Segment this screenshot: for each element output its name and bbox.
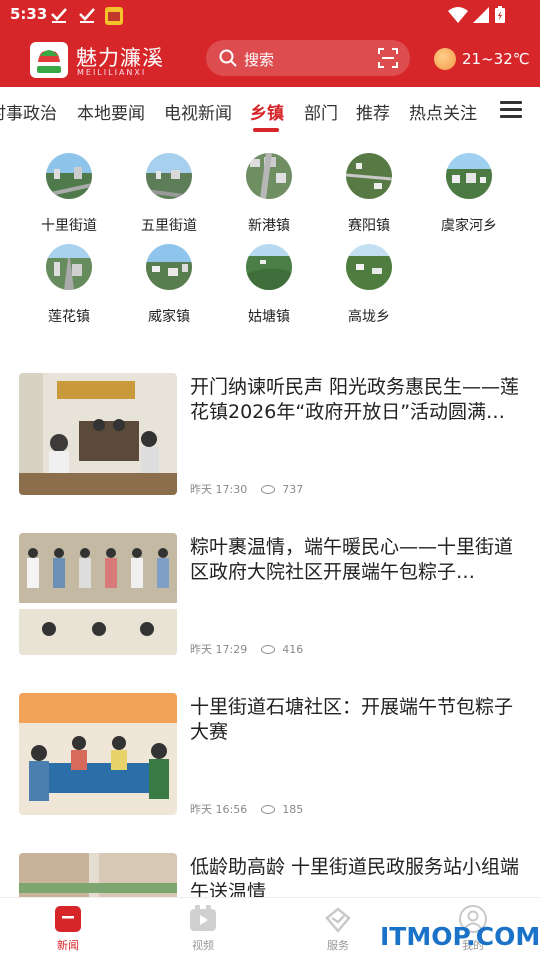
town-name: 虞家河乡 (441, 218, 497, 234)
news-meta: 昨天 16:56 185 (190, 801, 303, 817)
news-item[interactable]: 开门纳谏听民声 阳光政务惠民生——莲花镇2026年“政府开放日”活动圆满… 昨天… (0, 373, 540, 523)
news-views: 185 (282, 803, 304, 816)
town-item[interactable]: 姑塘镇 (219, 244, 319, 334)
watermark: ITMOP.COM (380, 922, 540, 951)
town-name: 新港镇 (248, 218, 290, 234)
weather-temperature: 21~32℃ (462, 50, 530, 68)
news-meta: 昨天 17:29 416 (190, 641, 303, 657)
status-bar: 5:33 (0, 0, 540, 30)
active-tab-indicator (253, 128, 279, 132)
town-photo (446, 153, 492, 199)
news-meta: 昨天 17:30 737 (190, 481, 303, 497)
nav-video-label: 视频 (192, 939, 214, 952)
check-download-icon-2 (79, 8, 95, 23)
scan-icon[interactable] (378, 48, 398, 68)
town-photo (46, 244, 92, 290)
top-bar: 魅力濂溪 MEILILIANXI 搜索 21~32℃ (0, 34, 540, 86)
town-item[interactable]: 虞家河乡 (419, 153, 519, 243)
town-photo (246, 153, 292, 199)
nav-service[interactable]: 服务 (303, 904, 373, 953)
nav-service-label: 服务 (327, 939, 349, 952)
news-time: 昨天 17:29 (190, 643, 248, 656)
tab-recommended[interactable]: 推荐 (356, 99, 390, 124)
check-download-icon (51, 8, 67, 23)
channel-tabs: 时事政治 本地要闻 电视新闻 乡镇 部门 推荐 热点关注 (0, 87, 540, 133)
town-item[interactable]: 新港镇 (219, 153, 319, 243)
nav-news-label: 新闻 (57, 939, 79, 952)
town-photo (146, 244, 192, 290)
signal-icon (473, 7, 489, 23)
views-eye-icon (260, 645, 275, 654)
menu-icon[interactable] (500, 101, 522, 119)
town-name: 姑塘镇 (248, 309, 290, 325)
app-title-en: MEILILIANXI (77, 68, 147, 77)
app-logo[interactable] (30, 42, 68, 78)
town-photo (346, 244, 392, 290)
news-thumbnail (19, 533, 177, 655)
news-title: 粽叶裹温情，端午暖民心——十里街道区政府大院社区开展端午包粽子… (190, 536, 514, 583)
news-views: 416 (282, 643, 304, 656)
town-item[interactable]: 威家镇 (119, 244, 219, 334)
nav-news[interactable]: 新闻 (33, 904, 103, 953)
status-time: 5:33 (10, 5, 48, 23)
news-thumbnail (19, 693, 177, 815)
town-photo (146, 153, 192, 199)
town-photo (46, 153, 92, 199)
town-name: 高垅乡 (348, 309, 390, 325)
news-thumbnail (19, 853, 177, 897)
weather-sun-icon (434, 48, 456, 70)
wifi-icon (448, 7, 468, 23)
town-name: 莲花镇 (48, 309, 90, 325)
news-title: 开门纳谏听民声 阳光政务惠民生——莲花镇2026年“政府开放日”活动圆满… (190, 376, 520, 423)
tab-tv-news[interactable]: 电视新闻 (164, 99, 232, 124)
news-item[interactable]: 十里街道石塘社区：开展端午节包粽子大赛 昨天 16:56 185 (0, 693, 540, 843)
town-item[interactable]: 赛阳镇 (319, 153, 419, 243)
tab-departments[interactable]: 部门 (304, 99, 338, 124)
news-time: 昨天 17:30 (190, 483, 248, 496)
search-placeholder: 搜索 (244, 51, 275, 69)
logo-mark-icon (37, 50, 61, 73)
town-name: 威家镇 (148, 309, 190, 325)
video-icon (190, 905, 216, 931)
news-item[interactable]: 粽叶裹温情，端午暖民心——十里街道区政府大院社区开展端午包粽子… 昨天 17:2… (0, 533, 540, 683)
search-icon (219, 49, 237, 67)
town-photo (346, 153, 392, 199)
town-item[interactable]: 莲花镇 (19, 244, 119, 334)
town-photo (246, 244, 292, 290)
nav-video[interactable]: 视频 (168, 904, 238, 953)
news-title: 十里街道石塘社区：开展端午节包粽子大赛 (190, 696, 514, 743)
news-time: 昨天 16:56 (190, 803, 248, 816)
service-icon (325, 907, 351, 933)
town-item[interactable]: 五里街道 (119, 153, 219, 243)
views-eye-icon (260, 485, 275, 494)
tab-hot-topics[interactable]: 热点关注 (409, 99, 477, 124)
town-name: 赛阳镇 (348, 218, 390, 234)
battery-icon (495, 6, 505, 23)
news-icon (55, 906, 81, 932)
town-name: 五里街道 (141, 218, 197, 234)
town-item[interactable]: 高垅乡 (319, 244, 419, 334)
news-views: 737 (282, 483, 304, 496)
news-item[interactable]: 低龄助高龄 十里街道民政服务站小组端午送温情 (0, 853, 540, 897)
news-title: 低龄助高龄 十里街道民政服务站小组端午送温情 (190, 856, 520, 897)
app-root: 5:33 魅力濂溪 MEILILIANXI 搜索 21~32℃ 事政治 本地要闻… (0, 0, 540, 960)
views-eye-icon (260, 805, 275, 814)
tab-towns[interactable]: 乡镇 (250, 99, 284, 124)
town-item[interactable]: 十里街道 (19, 153, 119, 243)
tab-local-news[interactable]: 本地要闻 (77, 99, 145, 124)
notification-app-icon (105, 7, 123, 25)
app-header: 5:33 魅力濂溪 MEILILIANXI 搜索 21~32℃ (0, 0, 540, 87)
town-name: 十里街道 (41, 218, 97, 234)
news-thumbnail (19, 373, 177, 495)
tab-current-affairs[interactable]: 时事政治 (0, 99, 57, 124)
search-bar[interactable]: 搜索 (206, 40, 410, 76)
